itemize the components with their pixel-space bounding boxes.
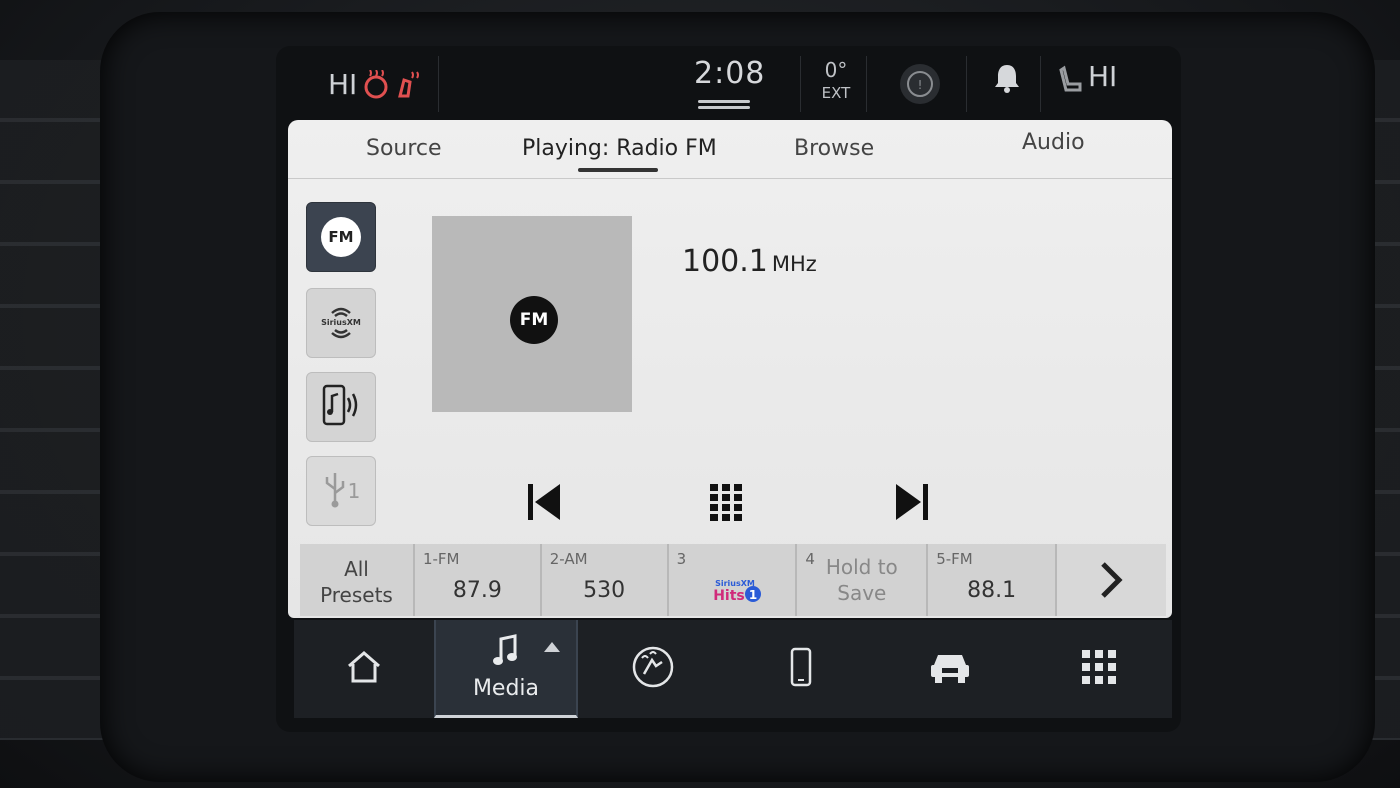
status-divider [800,56,801,112]
outside-temp-value: 0° [824,58,848,82]
nav-vehicle[interactable] [874,620,1026,718]
tab-source[interactable]: Source [366,136,442,161]
siriusxm-hits1-logo: SiriusXM Hits 1 [705,574,765,608]
home-icon [345,650,383,688]
expand-caret-icon[interactable] [544,642,560,652]
next-track-icon [892,482,932,526]
phone-music-icon [318,382,364,432]
bottom-nav: Media [294,620,1172,718]
source-fm-button[interactable]: FM [306,202,376,272]
keypad-icon [708,482,744,526]
heated-seat-icon[interactable] [362,69,390,104]
fm-icon: FM [321,217,361,257]
frequency-value: 100.1 [682,244,768,279]
nav-media-label: Media [472,676,540,701]
bell-icon[interactable] [992,62,1022,98]
climate-icon [630,644,676,694]
apps-grid-icon [1081,649,1117,689]
preset-value: 87.9 [452,578,502,603]
direct-tune-button[interactable] [702,480,750,528]
clock-underline [698,100,750,103]
svg-text:SiriusXM: SiriusXM [715,579,755,588]
all-presets-button[interactable]: All Presets [300,544,415,616]
source-bluetooth-audio-button[interactable] [306,372,376,442]
station-frequency: 100.1 MHz [682,244,817,279]
preset-3[interactable]: 3 SiriusXM Hits 1 [668,544,798,616]
usb-port-number: 1 [347,479,361,503]
frequency-unit: MHz [771,252,817,276]
preset-empty-label-2: Save [837,581,887,605]
next-presets-button[interactable] [1057,544,1166,616]
preset-value: 530 [583,578,626,603]
seek-back-button[interactable] [520,480,568,528]
media-panel: Source Playing: Radio FM Browse Audio FM… [288,120,1172,618]
preset-5[interactable]: 5-FM 88.1 [928,544,1058,616]
nav-apps[interactable] [1026,620,1172,718]
truck-icon [928,649,972,689]
siriusxm-icon: SiriusXM [318,301,364,345]
status-divider [438,56,439,112]
tab-audio[interactable]: Audio [1022,130,1085,155]
tab-browse[interactable]: Browse [794,136,874,161]
svg-text:Hits: Hits [713,588,745,604]
preset-1[interactable]: 1-FM 87.9 [414,544,542,616]
all-presets-label-2: Presets [320,583,393,607]
nav-media[interactable]: Media [434,620,578,718]
nav-home[interactable] [294,620,434,718]
preset-number: 5-FM [936,550,973,568]
active-tab-indicator [578,168,658,172]
nav-phone[interactable] [728,620,874,718]
preset-number: 1-FM [422,550,460,568]
seek-forward-button[interactable] [888,480,936,528]
usb-icon [322,469,348,513]
preset-number: 2-AM [549,550,588,568]
preset-bar: All Presets 1-FM 87.9 2-AM 530 3 SiriusX… [300,544,1166,616]
music-note-icon [491,634,521,672]
status-divider [866,56,867,112]
svg-text:!: ! [918,78,923,92]
left-climate-temp[interactable]: HI [328,68,357,101]
right-climate-temp[interactable]: HI [1088,60,1117,93]
previous-track-icon [524,482,564,526]
chevron-right-icon [1095,560,1125,604]
status-divider [1040,56,1041,112]
source-siriusxm-button[interactable]: SiriusXM [306,288,376,358]
preset-empty-label-1: Hold to [825,555,898,579]
fm-logo: FM [510,296,558,344]
svg-text:1: 1 [748,588,756,602]
nav-climate[interactable] [578,620,728,718]
media-tabs: Source Playing: Radio FM Browse Audio [288,120,1172,179]
preset-2[interactable]: 2-AM 530 [541,544,669,616]
preset-value: 88.1 [967,578,1017,603]
svg-text:SiriusXM: SiriusXM [321,318,361,327]
clock: 2:08 [694,56,766,91]
outside-temperature: 0° EXT [816,58,856,102]
heated-seat-right-icon[interactable] [1058,64,1084,98]
all-presets-label-1: All [344,557,369,581]
preset-number: 3 [676,550,687,568]
status-bar: HI 2:08 0° EXT ! HI [276,46,1181,122]
driver-assist-icon[interactable]: ! [896,60,944,112]
tab-playing[interactable]: Playing: Radio FM [522,136,717,161]
phone-icon [789,647,813,691]
preset-4[interactable]: 4 Hold to Save [797,544,929,616]
station-art: FM [432,216,632,412]
heated-steering-icon[interactable] [394,70,422,104]
status-divider [966,56,967,112]
source-usb-button[interactable]: 1 [306,456,376,526]
outside-temp-unit: EXT [821,84,851,102]
